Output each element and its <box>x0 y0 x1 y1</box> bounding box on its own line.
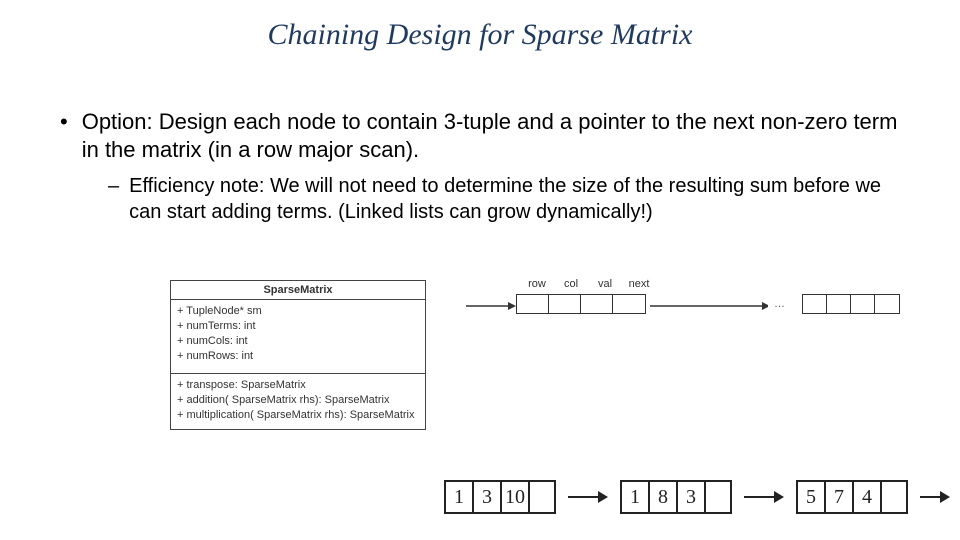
uml-attr: + numTerms: int <box>177 319 419 334</box>
bullet-sub-text: Efficiency note: We will not need to det… <box>129 173 900 225</box>
bullet-main-text: Option: Design each node to contain 3-tu… <box>82 108 900 163</box>
diagram-area: SparseMatrix + TupleNode* sm + numTerms:… <box>170 280 920 430</box>
hand-cell: 4 <box>854 482 882 512</box>
hand-cell: 10 <box>502 482 530 512</box>
uml-op: + addition( SparseMatrix rhs): SparseMat… <box>177 393 419 408</box>
uml-op: + transpose: SparseMatrix <box>177 378 419 393</box>
hand-cell: 3 <box>678 482 706 512</box>
uml-op: + multiplication( SparseMatrix rhs): Spa… <box>177 408 419 423</box>
node-box <box>516 294 646 314</box>
arrow-icon <box>920 489 950 505</box>
label-col: col <box>554 278 588 290</box>
uml-operations: + transpose: SparseMatrix + addition( Sp… <box>170 374 426 430</box>
uml-attr: + numCols: int <box>177 334 419 349</box>
arrow-icon <box>744 489 784 505</box>
hand-cell: 1 <box>446 482 474 512</box>
label-val: val <box>588 278 622 290</box>
uml-attr: + TupleNode* sm <box>177 304 419 319</box>
hand-cell: 7 <box>826 482 854 512</box>
bullet-dash: – <box>108 173 119 225</box>
hand-node: 1 8 3 <box>620 480 732 514</box>
hand-cell <box>530 482 554 512</box>
uml-attributes: + TupleNode* sm + numTerms: int + numCol… <box>170 300 426 374</box>
bullet-sub: – Efficiency note: We will not need to d… <box>108 173 900 225</box>
hand-cell: 1 <box>622 482 650 512</box>
uml-class-name: SparseMatrix <box>170 280 426 300</box>
bullet-dot: • <box>60 108 68 163</box>
handwritten-example: 1 3 10 1 8 3 5 7 4 <box>440 480 958 514</box>
label-row: row <box>520 278 554 290</box>
label-next: next <box>622 278 656 290</box>
hand-cell: 8 <box>650 482 678 512</box>
hand-cell: 5 <box>798 482 826 512</box>
arrow-icon <box>466 302 516 314</box>
hand-cell <box>706 482 730 512</box>
hand-cell: 3 <box>474 482 502 512</box>
bullet-main: • Option: Design each node to contain 3-… <box>60 108 900 163</box>
uml-attr: + numRows: int <box>177 349 419 364</box>
arrow-icon <box>650 302 768 314</box>
slide-title: Chaining Design for Sparse Matrix <box>0 0 960 52</box>
node-box <box>802 294 900 314</box>
node-field-labels: row col val next <box>520 278 656 290</box>
ellipsis: … <box>774 298 785 310</box>
uml-class-box: SparseMatrix + TupleNode* sm + numTerms:… <box>170 280 426 430</box>
arrow-icon <box>568 489 608 505</box>
hand-cell <box>882 482 906 512</box>
hand-node: 5 7 4 <box>796 480 908 514</box>
hand-node: 1 3 10 <box>444 480 556 514</box>
